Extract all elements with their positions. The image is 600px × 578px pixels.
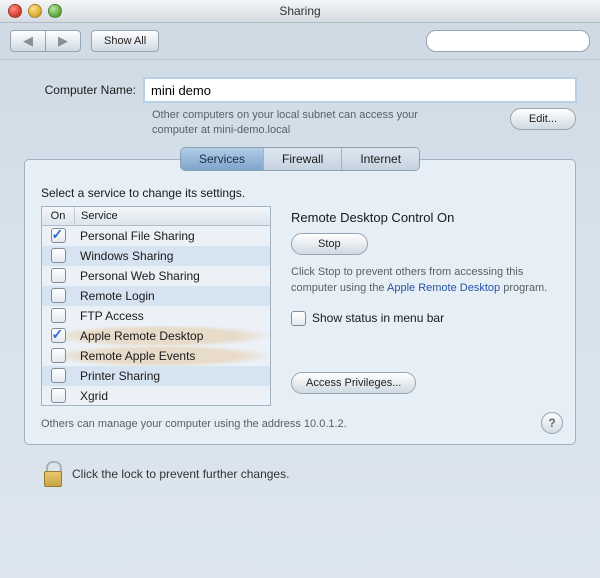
window-titlebar: Sharing — [0, 0, 600, 23]
search-input[interactable] — [437, 34, 583, 48]
service-label: FTP Access — [74, 309, 270, 323]
back-arrow-icon: ◀ — [23, 33, 33, 49]
service-row[interactable]: Personal File Sharing — [42, 226, 270, 246]
service-row[interactable]: FTP Access — [42, 306, 270, 326]
panel-footer-note: Others can manage your computer using th… — [41, 418, 559, 430]
computer-name-label: Computer Name: — [24, 83, 136, 97]
col-header-on[interactable]: On — [42, 207, 75, 225]
service-status-heading: Remote Desktop Control On — [291, 210, 559, 225]
service-row[interactable]: Windows Sharing — [42, 246, 270, 266]
show-status-label: Show status in menu bar — [312, 311, 444, 325]
help-button[interactable]: ? — [541, 412, 563, 434]
service-label: Personal Web Sharing — [74, 269, 270, 283]
service-row[interactable]: Personal Web Sharing — [42, 266, 270, 286]
panel-tabs: Services Firewall Internet — [25, 147, 575, 171]
sharing-panel: Services Firewall Internet Select a serv… — [24, 159, 576, 445]
service-row[interactable]: Remote Login — [42, 286, 270, 306]
tab-services[interactable]: Services — [181, 148, 264, 170]
zoom-window-button[interactable] — [48, 4, 62, 18]
service-label: Xgrid — [74, 389, 270, 403]
service-checkbox[interactable] — [51, 328, 66, 343]
service-label: Apple Remote Desktop — [74, 329, 270, 343]
apple-remote-desktop-link[interactable]: Apple Remote Desktop — [387, 282, 500, 294]
show-all-button[interactable]: Show All — [91, 30, 159, 52]
stop-button[interactable]: Stop — [291, 233, 368, 255]
service-row[interactable]: Remote Apple Events — [42, 346, 270, 366]
access-privileges-button[interactable]: Access Privileges... — [291, 372, 416, 394]
services-list: On Service Personal File Sharing Windows … — [41, 206, 271, 406]
computer-name-input[interactable] — [144, 78, 576, 102]
col-header-service[interactable]: Service — [75, 207, 270, 225]
service-checkbox[interactable] — [51, 308, 66, 323]
service-label: Personal File Sharing — [74, 229, 270, 243]
service-label: Remote Login — [74, 289, 270, 303]
service-row[interactable]: Printer Sharing — [42, 366, 270, 386]
toolbar: ◀ ▶ Show All — [0, 23, 600, 60]
services-list-header: On Service — [42, 207, 270, 226]
service-checkbox[interactable] — [51, 388, 66, 403]
service-checkbox[interactable] — [51, 268, 66, 283]
lock-text: Click the lock to prevent further change… — [72, 467, 289, 481]
lock-icon[interactable] — [42, 461, 62, 487]
forward-button[interactable]: ▶ — [46, 30, 81, 52]
service-row[interactable]: Xgrid — [42, 386, 270, 406]
forward-arrow-icon: ▶ — [58, 33, 68, 49]
service-label: Remote Apple Events — [74, 349, 270, 363]
close-window-button[interactable] — [8, 4, 22, 18]
tab-internet[interactable]: Internet — [342, 148, 419, 170]
service-checkbox[interactable] — [51, 228, 66, 243]
computer-name-subtext: Other computers on your local subnet can… — [152, 108, 432, 139]
service-checkbox[interactable] — [51, 348, 66, 363]
service-label: Printer Sharing — [74, 369, 270, 383]
service-checkbox[interactable] — [51, 368, 66, 383]
show-status-checkbox[interactable] — [291, 311, 306, 326]
service-row[interactable]: Apple Remote Desktop — [42, 326, 270, 346]
nav-back-forward: ◀ ▶ — [10, 30, 81, 52]
service-label: Windows Sharing — [74, 249, 270, 263]
window-title: Sharing — [279, 4, 320, 18]
search-field[interactable] — [426, 30, 590, 52]
service-description: Click Stop to prevent others from access… — [291, 265, 559, 297]
window-controls — [8, 4, 62, 18]
back-button[interactable]: ◀ — [10, 30, 46, 52]
minimize-window-button[interactable] — [28, 4, 42, 18]
service-checkbox[interactable] — [51, 248, 66, 263]
service-checkbox[interactable] — [51, 288, 66, 303]
tab-firewall[interactable]: Firewall — [264, 148, 342, 170]
edit-name-button[interactable]: Edit... — [510, 108, 576, 130]
panel-prompt: Select a service to change its settings. — [41, 186, 559, 200]
